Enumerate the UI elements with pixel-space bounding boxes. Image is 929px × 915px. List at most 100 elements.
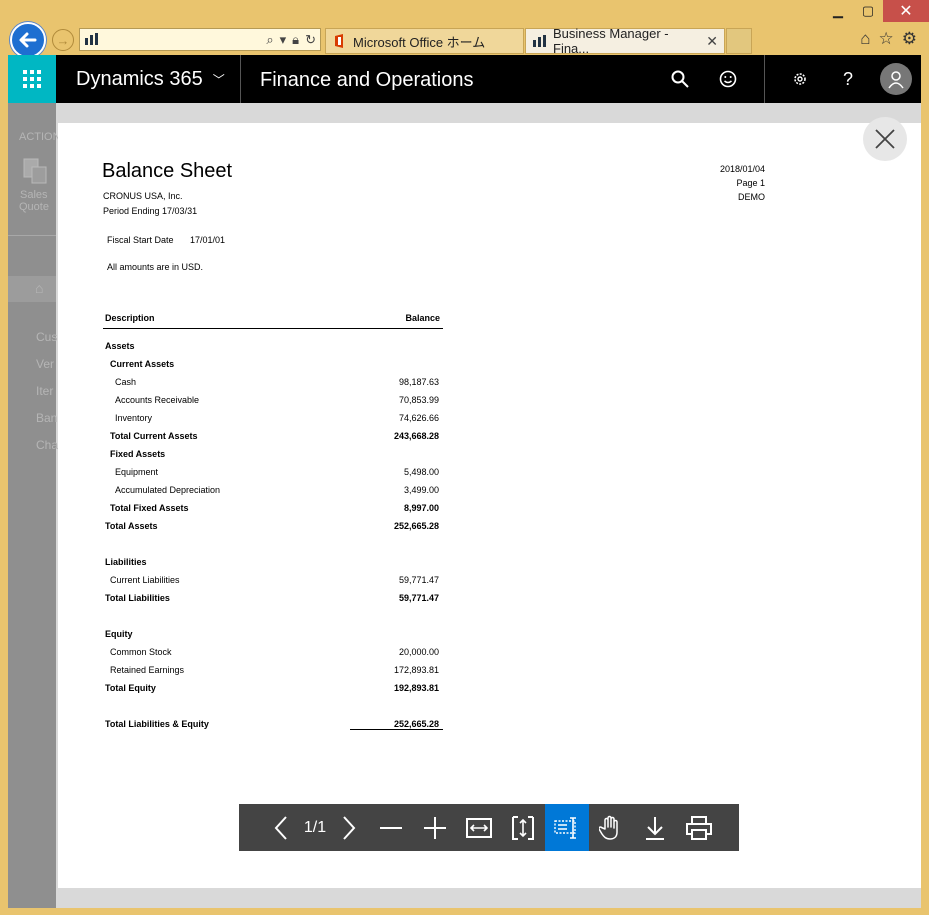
row-balance: 8,997.00 xyxy=(403,503,439,513)
chevron-down-icon: ﹀ xyxy=(212,73,225,88)
app-bar: Dynamics 365 ﹀ Finance and Operations ? xyxy=(8,55,921,103)
help-icon[interactable]: ? xyxy=(836,67,860,91)
table-row: Accumulated Depreciation 3,499.00 xyxy=(103,485,443,499)
close-window-button[interactable]: ✕ xyxy=(883,0,929,22)
pdf-toolbar: 1/1 xyxy=(239,804,739,851)
back-button[interactable] xyxy=(10,22,46,58)
chevron-right-icon xyxy=(343,815,356,840)
download-icon xyxy=(646,816,664,840)
new-tab-button[interactable] xyxy=(726,28,752,54)
search-icon[interactable] xyxy=(668,67,692,91)
sales-quote-icon[interactable] xyxy=(22,155,48,185)
app-launcher-icon[interactable] xyxy=(8,55,56,103)
table-row: Total Equity 192,893.81 xyxy=(103,683,443,697)
chevron-left-icon xyxy=(274,815,287,840)
nav-item-chart[interactable]: Cha xyxy=(36,438,58,452)
refresh-icon[interactable]: ↻ xyxy=(305,32,316,48)
table-row: Cash 98,187.63 xyxy=(103,377,443,391)
close-tab-icon[interactable]: ✕ xyxy=(706,33,718,50)
minus-icon xyxy=(380,826,402,829)
maximize-button[interactable]: ▢ xyxy=(853,0,883,22)
text-select-icon xyxy=(554,816,576,839)
close-report-button[interactable] xyxy=(863,117,907,161)
divider xyxy=(764,55,765,103)
brand-menu[interactable]: Dynamics 365 ﹀ xyxy=(76,68,225,91)
row-description: Total Assets xyxy=(105,521,158,531)
period-ending: Period Ending 17/03/31 xyxy=(103,206,198,216)
divider xyxy=(8,235,56,236)
avatar[interactable] xyxy=(880,63,912,95)
favorites-star-icon[interactable]: ☆ xyxy=(879,29,894,49)
table-header: Description Balance xyxy=(103,313,443,329)
lock-icon[interactable]: 🔒︎ xyxy=(292,32,299,48)
download-button[interactable] xyxy=(633,804,677,851)
row-description: Assets xyxy=(105,341,135,351)
row-balance: 59,771.47 xyxy=(398,575,439,585)
table-row: Equipment 5,498.00 xyxy=(103,467,443,481)
nav-item-vendors[interactable]: Ver xyxy=(36,357,54,371)
forward-button[interactable]: → xyxy=(52,29,74,51)
row-balance: 20,000.00 xyxy=(398,647,439,657)
close-icon xyxy=(875,129,895,149)
printer-icon xyxy=(686,815,712,840)
row-description: Fixed Assets xyxy=(110,449,166,459)
home-icon[interactable]: ⌂ xyxy=(860,29,870,49)
settings-gear-icon[interactable] xyxy=(788,67,812,91)
row-description: Accounts Receivable xyxy=(115,395,200,405)
row-balance: 74,626.66 xyxy=(398,413,439,423)
nav-item-customers[interactable]: Cus xyxy=(36,330,57,344)
dropdown-icon[interactable]: ▾ xyxy=(280,32,287,48)
next-page-button[interactable] xyxy=(329,804,369,851)
nav-item-items[interactable]: Iter xyxy=(36,384,53,398)
row-balance: 70,853.99 xyxy=(398,395,439,405)
row-balance: 5,498.00 xyxy=(403,467,439,477)
tab-business-manager[interactable]: Business Manager - Fina... ✕ xyxy=(525,26,725,56)
table-row: Liabilities xyxy=(103,557,443,571)
print-button[interactable] xyxy=(677,804,721,851)
table-row: Inventory 74,626.66 xyxy=(103,413,443,427)
fit-width-button[interactable] xyxy=(457,804,501,851)
sales-quote-label-2: Quote xyxy=(19,201,49,213)
text-select-button[interactable] xyxy=(545,804,589,851)
feedback-smiley-icon[interactable] xyxy=(716,67,740,91)
previous-page-button[interactable] xyxy=(261,804,301,851)
table-row: Total Liabilities 59,771.47 xyxy=(103,593,443,607)
minimize-button[interactable]: ▁ xyxy=(823,0,853,22)
tab-label: Business Manager - Fina... xyxy=(553,26,669,56)
report-title: Balance Sheet xyxy=(102,160,233,182)
site-icon xyxy=(84,32,102,48)
report-user: DEMO xyxy=(738,192,765,202)
row-description: Common Stock xyxy=(110,647,172,657)
zoom-out-button[interactable] xyxy=(369,804,413,851)
search-icon[interactable]: ⌕ xyxy=(266,32,273,48)
nav-home[interactable]: ⌂ xyxy=(8,276,56,302)
hand-icon xyxy=(599,815,618,840)
row-description: Equipment xyxy=(115,467,159,477)
office-icon xyxy=(332,33,348,49)
arrow-left-icon xyxy=(19,32,37,48)
column-header-balance: Balance xyxy=(405,313,440,323)
fit-page-icon xyxy=(512,815,534,840)
row-description: Total Current Assets xyxy=(110,431,198,441)
row-description: Current Liabilities xyxy=(110,575,180,585)
row-description: Total Liabilities xyxy=(105,593,170,603)
module-title: Finance and Operations xyxy=(260,69,474,91)
company-name: CRONUS USA, Inc. xyxy=(103,191,183,201)
table-row: Total Assets 252,665.28 xyxy=(103,521,443,535)
table-row: Total Fixed Assets 8,997.00 xyxy=(103,503,443,517)
user-icon xyxy=(888,71,904,89)
page-indicator-text: 1/1 xyxy=(303,818,327,836)
fit-page-button[interactable] xyxy=(501,804,545,851)
nav-item-bank[interactable]: Ban xyxy=(36,411,57,425)
amounts-note: All amounts are in USD. xyxy=(107,262,204,272)
settings-gear-icon[interactable]: ⚙ xyxy=(902,29,917,49)
fit-width-icon xyxy=(466,817,492,838)
tab-office[interactable]: Microsoft Office ホーム xyxy=(325,28,524,54)
zoom-in-button[interactable] xyxy=(413,804,457,851)
address-bar[interactable]: ⌕ ▾ 🔒︎ ↻ xyxy=(79,28,321,51)
brand-label: Dynamics 365 xyxy=(76,68,203,90)
home-icon: ⌂ xyxy=(35,280,44,296)
pan-button[interactable] xyxy=(589,804,633,851)
table-row: Fixed Assets xyxy=(103,449,443,463)
row-description: Total Equity xyxy=(105,683,156,693)
